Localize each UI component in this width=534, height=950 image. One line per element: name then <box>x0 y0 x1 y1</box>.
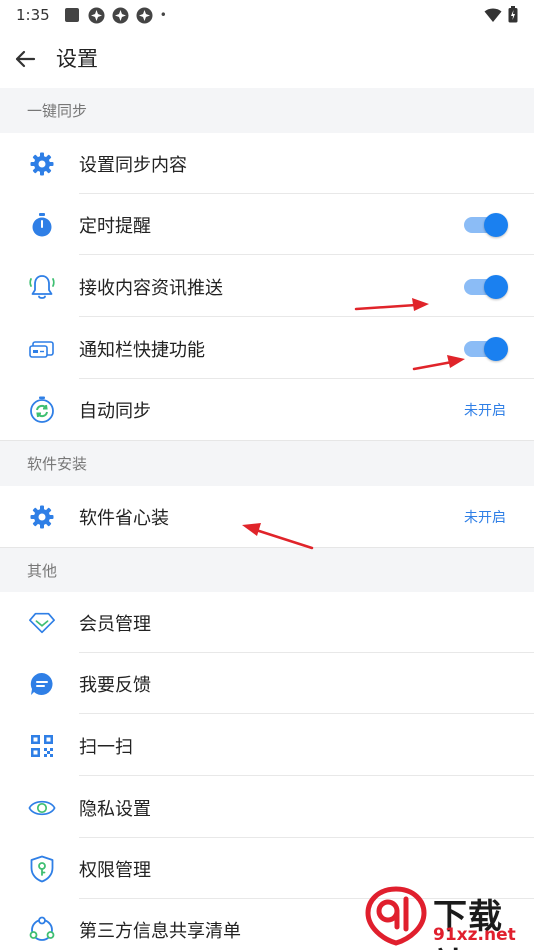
reminder-toggle[interactable] <box>462 213 508 237</box>
easy-install-status: 未开启 <box>464 509 506 526</box>
membership-label: 会员管理 <box>79 613 151 635</box>
feedback-label: 我要反馈 <box>79 674 151 696</box>
shortcut-toggle[interactable] <box>462 337 508 361</box>
notification-app-icon <box>88 7 105 24</box>
section-header-sync: 一键同步 <box>0 88 534 133</box>
auto-sync-item[interactable]: 自动同步 未开启 <box>0 379 534 440</box>
wifi-icon <box>484 7 502 27</box>
easy-install-item[interactable]: 软件省心装 未开启 <box>0 486 534 547</box>
reminder-item[interactable]: 定时提醒 <box>0 194 534 255</box>
section-header-other: 其他 <box>0 547 534 592</box>
app-bar: 设置 <box>0 30 534 88</box>
permission-label: 权限管理 <box>79 859 151 881</box>
notification-square-icon <box>64 7 81 24</box>
shortcut-item[interactable]: 通知栏快捷功能 <box>0 318 534 379</box>
membership-item[interactable]: 会员管理 <box>0 592 534 653</box>
battery-icon <box>508 6 518 27</box>
share-circle-icon <box>28 916 56 944</box>
push-item[interactable]: 接收内容资讯推送 <box>0 256 534 317</box>
third-party-label: 第三方信息共享清单 <box>79 920 241 942</box>
chat-bubble-icon <box>28 670 56 698</box>
diamond-icon <box>28 609 56 637</box>
feedback-item[interactable]: 我要反馈 <box>0 653 534 714</box>
divider <box>79 775 534 776</box>
sync-content-label: 设置同步内容 <box>79 154 187 176</box>
divider <box>79 713 534 714</box>
watermark-url: 91xz.net <box>433 925 516 945</box>
notification-card-icon <box>28 335 56 363</box>
reminder-label: 定时提醒 <box>79 215 151 237</box>
page-title: 设置 <box>56 47 98 71</box>
shortcut-label: 通知栏快捷功能 <box>79 339 205 361</box>
sync-content-item[interactable]: 设置同步内容 <box>0 133 534 194</box>
status-time: 1:35 <box>16 6 50 24</box>
scan-label: 扫一扫 <box>79 736 133 758</box>
bell-icon <box>28 273 56 301</box>
notification-app-icon <box>112 7 129 24</box>
stopwatch-icon <box>28 211 56 239</box>
notification-app-icon <box>136 7 153 24</box>
status-bar: 1:35 • <box>0 0 534 30</box>
auto-sync-label: 自动同步 <box>79 400 151 422</box>
gear-icon <box>28 503 56 531</box>
qr-code-icon <box>28 732 56 760</box>
arrow-left-icon <box>15 50 36 68</box>
section-header-install: 软件安装 <box>0 440 534 486</box>
push-label: 接收内容资讯推送 <box>79 277 223 299</box>
back-button[interactable] <box>10 44 40 74</box>
scan-item[interactable]: 扫一扫 <box>0 715 534 776</box>
eye-icon <box>28 794 56 822</box>
divider <box>79 316 534 317</box>
privacy-item[interactable]: 隐私设置 <box>0 777 534 838</box>
divider <box>79 254 534 255</box>
status-more-dot: • <box>159 8 167 22</box>
shield-key-icon <box>28 855 56 883</box>
easy-install-label: 软件省心装 <box>79 507 169 529</box>
auto-sync-status: 未开启 <box>464 402 506 419</box>
sync-icon <box>28 396 56 424</box>
push-toggle[interactable] <box>462 275 508 299</box>
privacy-label: 隐私设置 <box>79 798 151 820</box>
status-right <box>484 6 518 27</box>
gear-icon <box>28 150 56 178</box>
